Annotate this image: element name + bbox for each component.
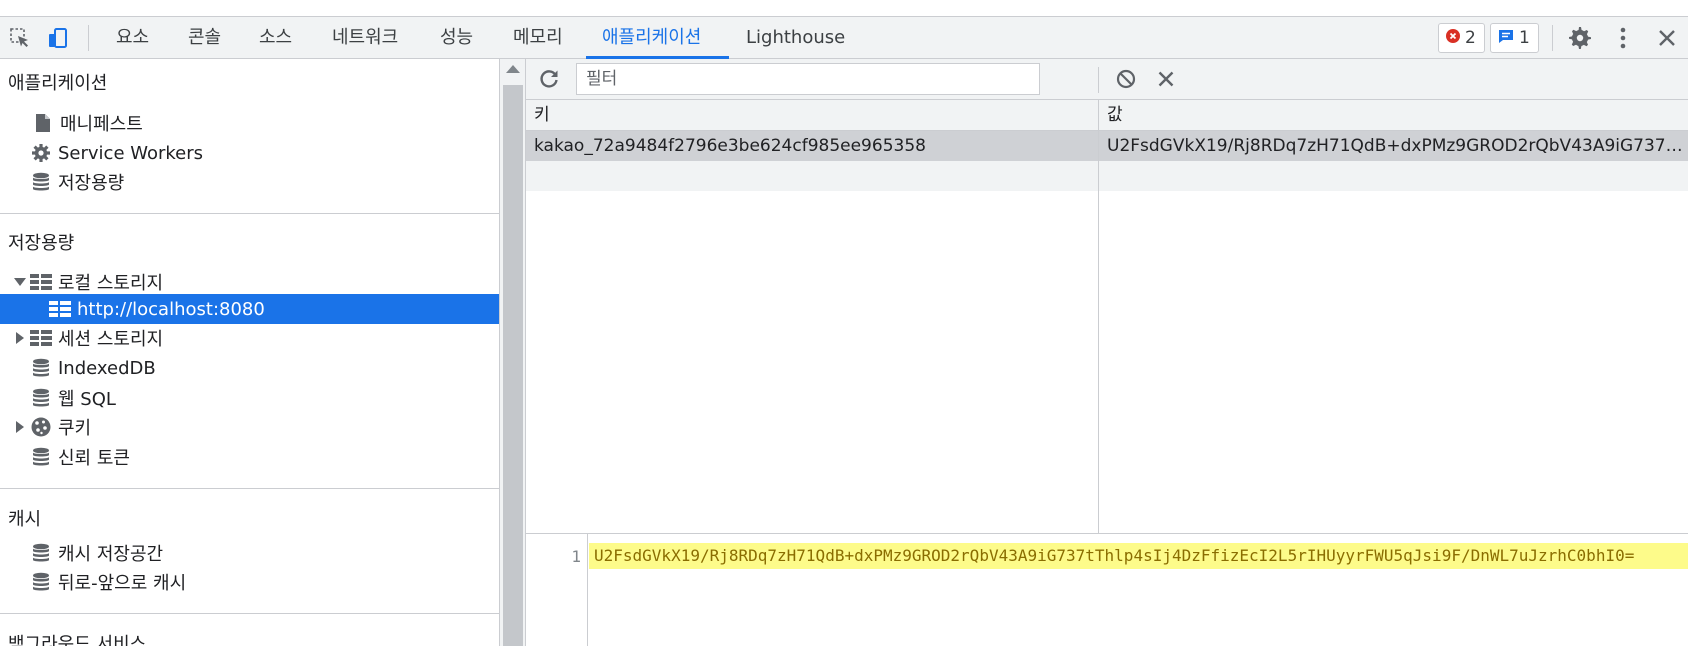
sidebar-item-web-sql[interactable]: 웹 SQL [0, 383, 499, 413]
sidebar-item-service-workers[interactable]: Service Workers [0, 138, 499, 168]
local-storage-view: 키 값 kakao_72a9484f2796e3be624cf985ee9653… [526, 59, 1688, 646]
delete-selected-icon[interactable] [1152, 65, 1180, 93]
tab-application[interactable]: 애플리케이션 [602, 17, 701, 59]
database-icon [30, 446, 52, 468]
column-header-key[interactable]: 키 [526, 100, 1098, 131]
tab-console[interactable]: 콘솔 [188, 17, 221, 59]
tab-performance[interactable]: 성능 [440, 17, 473, 59]
database-icon [30, 571, 52, 593]
collapsed-arrow-icon[interactable] [12, 421, 28, 433]
database-icon [30, 357, 52, 379]
toolbar-divider [88, 25, 89, 51]
row-value: U2FsdGVkX19/Rj8RDq7zH71QdB+dxPMz9GROD2rQ… [1107, 136, 1688, 156]
sidebar-item-session-storage[interactable]: 세션 스토리지 [0, 323, 499, 353]
error-icon [1446, 28, 1460, 48]
toolbar-divider [1098, 67, 1099, 93]
sidebar-item-label: 매니페스트 [60, 114, 143, 135]
gear-icon [30, 142, 52, 164]
error-count-badge[interactable]: 2 [1438, 23, 1485, 53]
sidebar-item-cache-storage[interactable]: 캐시 저장공간 [0, 538, 499, 568]
sidebar-item-localhost-8080[interactable]: http://localhost:8080 [0, 294, 499, 324]
line-number: 1 [571, 547, 581, 566]
section-title-background-services: 백그라운드 서비스 [8, 634, 147, 646]
sidebar-item-label: 세션 스토리지 [58, 329, 164, 350]
sidebar-scrollbar[interactable] [500, 59, 526, 646]
scroll-up-arrow-icon[interactable] [506, 65, 520, 73]
database-icon [30, 171, 52, 193]
settings-gear-icon[interactable] [1566, 24, 1594, 52]
sidebar-item-label: IndexedDB [58, 357, 156, 379]
value-preview-panel: 1 U2FsdGVkX19/Rj8RDq7zH71QdB+dxPMz9GROD2… [526, 534, 1688, 646]
section-divider [0, 613, 499, 614]
table-row[interactable]: kakao_72a9484f2796e3be624cf985ee965358 U… [526, 131, 1688, 161]
close-devtools-icon[interactable] [1653, 24, 1681, 52]
cookie-icon [30, 416, 52, 438]
expanded-arrow-icon[interactable] [12, 277, 28, 287]
refresh-icon[interactable] [535, 65, 563, 93]
sidebar-item-label: http://localhost:8080 [77, 298, 265, 320]
section-divider [0, 213, 499, 214]
sidebar-item-label: 웹 SQL [58, 389, 116, 410]
sidebar-item-indexeddb[interactable]: IndexedDB [0, 353, 499, 383]
browser-top-strip [0, 0, 1688, 17]
sidebar-item-label: 캐시 저장공간 [58, 544, 164, 565]
clear-all-icon[interactable] [1112, 65, 1140, 93]
row-key: kakao_72a9484f2796e3be624cf985ee965358 [534, 136, 926, 156]
error-count: 2 [1465, 28, 1476, 48]
message-count-badge[interactable]: 1 [1490, 23, 1539, 53]
sidebar-item-label: 로컬 스토리지 [58, 273, 164, 294]
storage-toolbar [526, 59, 1688, 100]
column-header-value[interactable]: 값 [1099, 100, 1688, 131]
tab-sources[interactable]: 소스 [259, 17, 292, 59]
section-divider [0, 488, 499, 489]
sidebar-item-label: 뒤로-앞으로 캐시 [58, 573, 187, 594]
inspect-element-icon[interactable] [6, 24, 34, 52]
sidebar-item-cookies[interactable]: 쿠키 [0, 412, 499, 442]
document-icon [32, 112, 54, 134]
empty-table-row[interactable] [526, 161, 1688, 191]
database-icon [30, 387, 52, 409]
sidebar-item-trust-tokens[interactable]: 신뢰 토큰 [0, 442, 499, 472]
sidebar-item-back-forward-cache[interactable]: 뒤로-앞으로 캐시 [0, 567, 499, 597]
sidebar-item-manifest[interactable]: 매니페스트 [0, 108, 499, 138]
database-icon [30, 542, 52, 564]
sidebar-item-label: 쿠키 [58, 418, 92, 439]
table-icon [30, 271, 52, 293]
column-divider[interactable] [1098, 100, 1099, 534]
preview-value-text[interactable]: U2FsdGVkX19/Rj8RDq7zH71QdB+dxPMz9GROD2rQ… [589, 543, 1688, 569]
sidebar-item-local-storage[interactable]: 로컬 스토리지 [0, 267, 499, 297]
devtools-toolbar: 요소 콘솔 소스 네트워크 성능 메모리 애플리케이션 Lighthouse 2… [0, 17, 1688, 59]
application-sidebar: 애플리케이션 매니페스트 Service Workers 저장용량 저장용량 로… [0, 59, 500, 646]
sidebar-item-label: 신뢰 토큰 [58, 448, 130, 469]
more-options-icon[interactable] [1609, 24, 1637, 52]
line-number-gutter: 1 [526, 534, 588, 646]
table-header: 키 값 [526, 100, 1688, 131]
tab-elements[interactable]: 요소 [116, 17, 149, 59]
filter-input[interactable] [576, 63, 1040, 95]
table-icon [49, 298, 71, 320]
collapsed-arrow-icon[interactable] [12, 332, 28, 344]
sidebar-item-label: Service Workers [58, 142, 204, 164]
sidebar-item-storage-overview[interactable]: 저장용량 [0, 167, 499, 197]
tab-lighthouse[interactable]: Lighthouse [746, 17, 845, 59]
sidebar-item-label: 저장용량 [58, 173, 125, 194]
storage-table: 키 값 kakao_72a9484f2796e3be624cf985ee9653… [526, 100, 1688, 534]
tab-memory[interactable]: 메모리 [513, 17, 563, 59]
section-title-application: 애플리케이션 [8, 73, 108, 94]
message-icon [1498, 28, 1514, 49]
scrollbar-thumb[interactable] [503, 85, 523, 646]
section-title-cache: 캐시 [8, 509, 42, 530]
message-count: 1 [1519, 28, 1530, 48]
toolbar-divider [1552, 25, 1553, 51]
table-icon [30, 327, 52, 349]
section-title-storage: 저장용량 [8, 233, 75, 254]
tab-network[interactable]: 네트워크 [332, 17, 398, 59]
device-toolbar-icon[interactable] [44, 24, 72, 52]
